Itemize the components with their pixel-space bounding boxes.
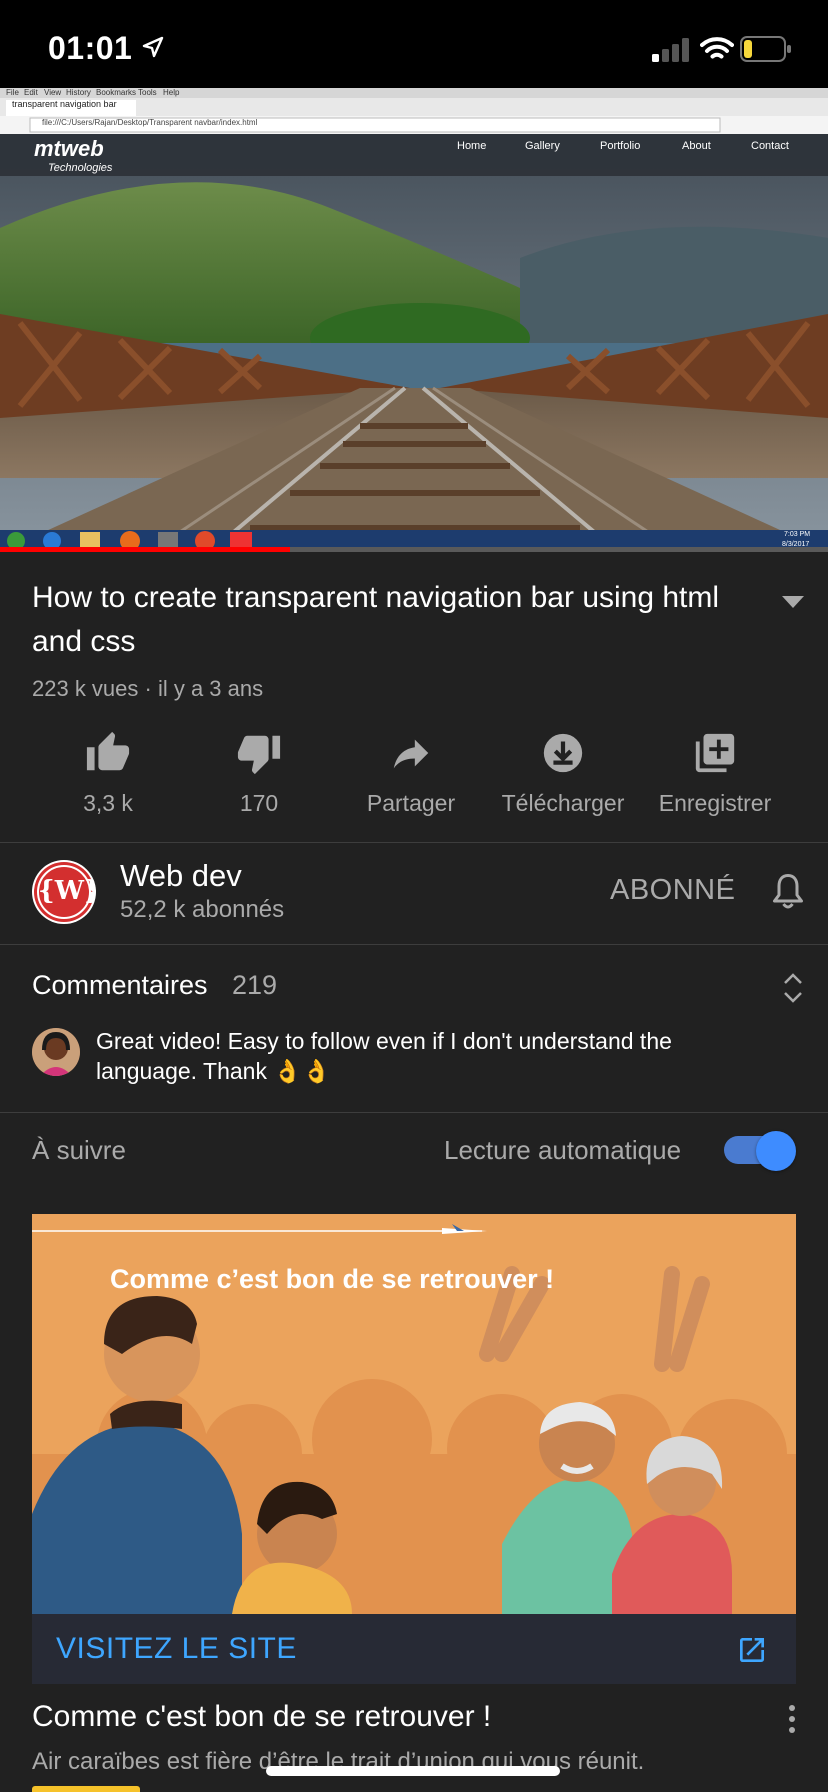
subscribed-button[interactable]: ABONNÉ: [610, 874, 735, 907]
action-bar: 3,3 k 170 Partager Télécharger Enregistr…: [0, 730, 828, 840]
up-next-label: À suivre: [32, 1135, 126, 1165]
browser-menu-tools: Tools: [138, 88, 157, 97]
divider: [0, 944, 828, 945]
download-icon: [543, 733, 583, 773]
site-logo-sub: Technologies: [48, 162, 113, 174]
home-indicator[interactable]: [266, 1766, 560, 1776]
browser-menu-view: View: [44, 88, 62, 97]
save-label: Enregistrer: [658, 790, 772, 816]
site-nav-home: Home: [457, 140, 487, 152]
channel-subscribers: 52,2 k abonnés: [120, 896, 285, 923]
open-external-icon: [740, 1638, 764, 1662]
like-button[interactable]: 3,3 k: [33, 730, 183, 817]
channel-avatar-letter: {W}: [38, 876, 96, 906]
video-meta: 223 k vues · il y a 3 ans: [32, 676, 264, 701]
notification-bell-icon[interactable]: [770, 872, 806, 912]
ad-image[interactable]: Comme c’est bon de se retrouver !: [32, 1214, 796, 1614]
site-nav-about: About: [682, 140, 711, 152]
share-label: Partager: [366, 790, 456, 816]
video-title: How to create transparent navigation bar…: [32, 581, 720, 658]
site-nav-contact: Contact: [751, 140, 789, 152]
ad-image-headline: Comme c’est bon de se retrouver !: [110, 1264, 555, 1294]
download-label: Télécharger: [501, 790, 625, 816]
share-icon: [393, 739, 429, 769]
browser-menu-help: Help: [163, 88, 180, 97]
add-to-playlist-icon: [695, 733, 735, 773]
site-nav-portfolio: Portfolio: [600, 140, 641, 152]
divider: [0, 1112, 828, 1113]
thumbs-up-icon: [86, 731, 130, 771]
site-logo-main: mtweb: [34, 136, 104, 161]
status-time: 01:01: [48, 30, 133, 66]
divider: [0, 842, 828, 843]
dislike-button[interactable]: 170: [184, 730, 334, 817]
save-button[interactable]: Enregistrer: [640, 730, 790, 817]
site-nav-gallery: Gallery: [525, 140, 560, 152]
user-avatar-icon: [32, 1028, 80, 1076]
autoplay-toggle-knob[interactable]: [756, 1131, 796, 1171]
video-progress-fill: [0, 547, 290, 552]
browser-menu-file: File: [6, 88, 19, 97]
status-bar: 01:01: [0, 0, 828, 88]
more-options-icon[interactable]: [786, 1704, 798, 1734]
share-button[interactable]: Partager: [336, 730, 486, 817]
video-thumbnail: [0, 88, 828, 552]
video-progress-bar[interactable]: [0, 547, 828, 552]
download-button[interactable]: Télécharger: [488, 730, 638, 817]
top-comment: Great video! Easy to follow even if I do…: [96, 1028, 672, 1084]
browser-menu-history: History: [66, 88, 91, 97]
browser-tab: transparent navigation bar: [12, 99, 117, 109]
thumbs-down-icon: [237, 735, 281, 775]
visit-site-button[interactable]: VISITEZ LE SITE: [32, 1614, 796, 1684]
wifi-icon: [700, 37, 734, 59]
battery-icon: [740, 36, 791, 62]
video-player[interactable]: transparent navigation bar file:///C:/Us…: [0, 88, 828, 552]
expand-comments-icon[interactable]: [782, 972, 804, 1004]
dislike-count: 170: [239, 790, 279, 816]
ad-badge: [32, 1786, 140, 1792]
comments-count: 219: [232, 970, 278, 1000]
like-count: 3,3 k: [83, 790, 133, 816]
comments-title[interactable]: Commentaires: [32, 970, 208, 1001]
taskbar-clock: 7:03 PM: [784, 531, 811, 538]
channel-avatar[interactable]: {W}: [32, 860, 96, 924]
location-arrow-icon: [142, 36, 164, 58]
autoplay-label: Lecture automatique: [444, 1135, 682, 1165]
visit-site-label: VISITEZ LE SITE: [56, 1632, 297, 1665]
channel-name[interactable]: Web dev: [120, 858, 242, 894]
browser-url: file:///C:/Users/Rajan/Desktop/Transpare…: [42, 118, 258, 127]
commenter-avatar: [32, 1028, 80, 1076]
cellular-signal-icon: [652, 38, 689, 62]
ad-title[interactable]: Comme c'est bon de se retrouver !: [32, 1700, 491, 1734]
expand-description-icon[interactable]: [782, 596, 804, 610]
browser-menu-bookmarks: Bookmarks: [96, 88, 137, 97]
browser-menu-edit: Edit: [24, 88, 38, 97]
